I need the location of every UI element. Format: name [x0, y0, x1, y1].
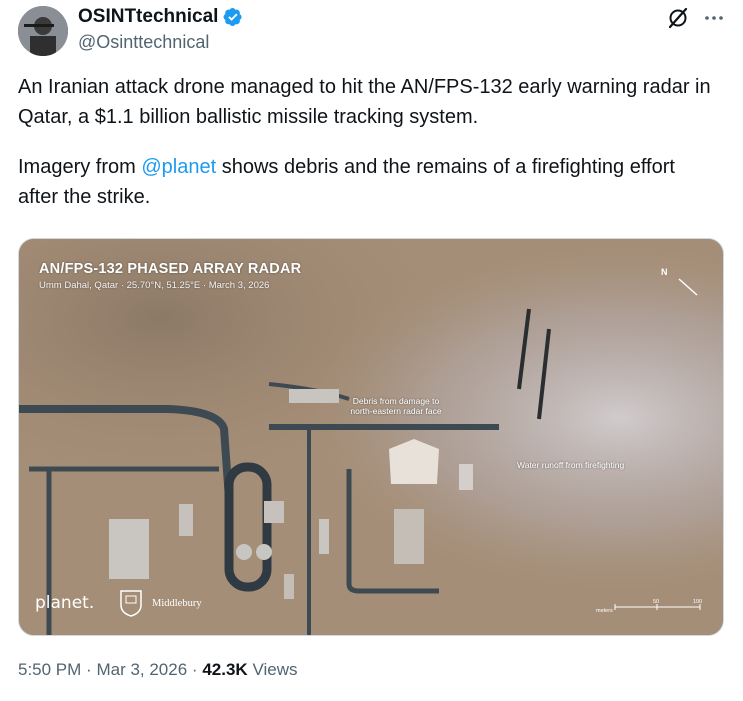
author-handle[interactable]: @Osinttechnical — [78, 32, 209, 53]
meta-separator: · — [86, 660, 92, 679]
tweet-paragraph-2-before: Imagery from — [18, 156, 142, 178]
tweet-meta: 5:50 PM · Mar 3, 2026 · 42.3K Views — [18, 660, 297, 680]
tweet-text: An Iranian attack drone managed to hit t… — [18, 72, 718, 212]
middlebury-label: Middlebury — [152, 598, 202, 609]
avatar[interactable] — [18, 6, 68, 56]
north-arrow-label: N — [661, 267, 668, 277]
satellite-imagery — [19, 239, 723, 635]
middlebury-crest-icon — [120, 590, 142, 617]
more-icon[interactable] — [702, 6, 726, 30]
author-name-row[interactable]: OSINTtechnical — [78, 6, 243, 28]
post-date[interactable]: Mar 3, 2026 — [96, 660, 187, 679]
verified-badge-icon — [223, 7, 243, 27]
views-label: Views — [252, 660, 298, 679]
satellite-image[interactable]: AN/FPS-132 PHASED ARRAY RADAR Umm Dahal,… — [18, 238, 724, 636]
scale-mid: 50 — [653, 599, 660, 605]
tweet: OSINTtechnical @Osinttechnical An Irania… — [0, 0, 743, 701]
tweet-paragraph-2: Imagery from @planet shows debris and th… — [18, 152, 718, 212]
planet-logo: planet. — [35, 593, 95, 613]
views-count: 42.3K — [202, 660, 248, 679]
annotation-water: Water runoff from firefighting — [517, 460, 625, 470]
tweet-paragraph-1: An Iranian attack drone managed to hit t… — [18, 76, 711, 128]
mention-link[interactable]: @planet — [141, 156, 216, 178]
display-name[interactable]: OSINTtechnical — [78, 6, 218, 28]
image-title: AN/FPS-132 PHASED ARRAY RADAR — [39, 261, 302, 277]
post-time[interactable]: 5:50 PM — [18, 660, 81, 679]
scale-end: 100 — [693, 599, 703, 605]
meta-separator: · — [191, 660, 198, 679]
scale-unit: meters — [596, 608, 613, 614]
image-subtitle: Umm Dahal, Qatar · 25.70°N, 51.25°E · Ma… — [39, 280, 270, 291]
grok-icon[interactable] — [666, 6, 690, 30]
annotation-debris: Debris from damage to north-eastern rada… — [350, 396, 442, 416]
